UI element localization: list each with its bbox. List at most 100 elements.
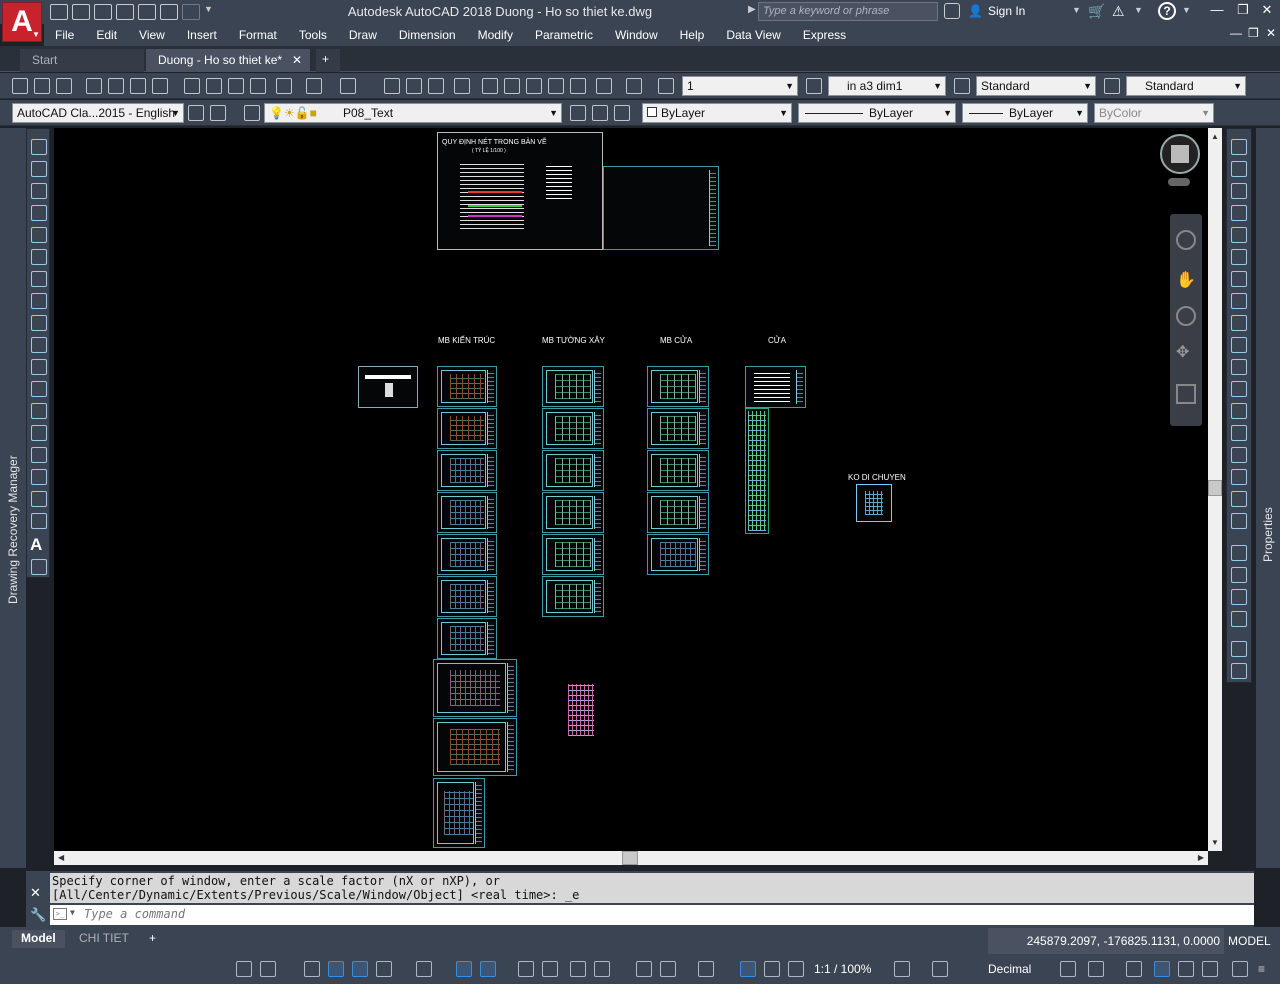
text-height-combo[interactable]: 1 ▼: [682, 76, 798, 96]
workspace-combo[interactable]: AutoCAD Cla...2015 - English ▼: [12, 103, 184, 123]
menu-data-view[interactable]: Data View: [715, 24, 791, 46]
point-icon[interactable]: [31, 425, 47, 441]
trim-icon[interactable]: [1231, 337, 1247, 353]
properties-icon[interactable]: [482, 78, 498, 94]
isolate-objects-icon[interactable]: [1126, 961, 1142, 977]
vertical-scrollbar[interactable]: ▲ ▼: [1208, 128, 1222, 851]
search-expand-icon[interactable]: ▶: [748, 4, 756, 15]
array-icon[interactable]: [1231, 227, 1247, 243]
calculator-icon[interactable]: [596, 78, 612, 94]
menu-draw[interactable]: Draw: [338, 24, 388, 46]
linetype-combo[interactable]: ByLayer ▼: [798, 103, 956, 123]
annotation-scale-value[interactable]: 1:1 / 100%: [814, 962, 871, 976]
table-style-icon[interactable]: [954, 78, 970, 94]
3d-print-icon[interactable]: [152, 78, 168, 94]
color-combo[interactable]: ByLayer ▼: [642, 103, 792, 123]
explode-icon[interactable]: [1231, 513, 1247, 529]
block-editor-icon[interactable]: [276, 78, 292, 94]
layer-combo[interactable]: 💡☀🔓■ P08_Text ▼: [264, 103, 562, 123]
close-icon[interactable]: ✕: [30, 885, 41, 901]
gear-icon[interactable]: [894, 961, 910, 977]
menu-format[interactable]: Format: [228, 24, 288, 46]
polyline-icon[interactable]: [31, 183, 47, 199]
design-center-icon[interactable]: [504, 78, 520, 94]
menu-parametric[interactable]: Parametric: [524, 24, 604, 46]
publish-icon[interactable]: [130, 78, 146, 94]
menu-view[interactable]: View: [128, 24, 176, 46]
extend-icon[interactable]: [1231, 359, 1247, 375]
multileader-style-icon[interactable]: [1104, 78, 1120, 94]
markup-icon[interactable]: [570, 78, 586, 94]
undo-icon[interactable]: [306, 78, 322, 94]
tool-palettes-icon[interactable]: [526, 78, 542, 94]
chevron-down-icon[interactable]: ▼: [70, 908, 75, 917]
menu-insert[interactable]: Insert: [176, 24, 228, 46]
layer-previous-icon[interactable]: [592, 105, 608, 121]
infer-constraints-icon[interactable]: [304, 961, 320, 977]
redo-icon[interactable]: [340, 78, 356, 94]
dim-style-combo[interactable]: in a3 dim1 ▼: [828, 76, 946, 96]
lock-ui-icon[interactable]: [1088, 961, 1104, 977]
blend-curves-icon[interactable]: [1231, 491, 1247, 507]
orbit-icon[interactable]: ✥: [1176, 342, 1196, 362]
units-value[interactable]: Decimal: [988, 962, 1031, 976]
search-input[interactable]: Type a keyword or phrase: [758, 2, 938, 21]
hardware-acceleration-icon[interactable]: [1154, 961, 1170, 977]
construction-line-icon[interactable]: [31, 161, 47, 177]
save-icon[interactable]: [56, 78, 72, 94]
move-icon[interactable]: [1231, 249, 1247, 265]
properties-palette[interactable]: Properties: [1256, 128, 1280, 868]
tab-chi-tiet[interactable]: CHI TIET: [70, 930, 138, 948]
multileader-style-combo[interactable]: Standard ▼: [1126, 76, 1246, 96]
arc-icon[interactable]: [31, 249, 47, 265]
hatch-back-icon[interactable]: [1231, 663, 1247, 679]
multiline-text-icon[interactable]: A: [30, 535, 42, 555]
vertical-scroll-thumb[interactable]: [1208, 480, 1222, 496]
plot-icon[interactable]: [86, 78, 102, 94]
object-snap-tracking-icon[interactable]: [456, 961, 472, 977]
open-icon[interactable]: [34, 78, 50, 94]
workspace-lock-icon[interactable]: [210, 105, 226, 121]
3d-osnap-icon[interactable]: [594, 961, 610, 977]
sheet-set-icon[interactable]: [548, 78, 564, 94]
scroll-down-icon[interactable]: ▼: [1211, 838, 1219, 847]
lineweight-combo[interactable]: ByLayer ▼: [962, 103, 1088, 123]
selection-cycling-icon[interactable]: [570, 961, 586, 977]
polar-tracking-icon[interactable]: [376, 961, 392, 977]
menu-help[interactable]: Help: [669, 24, 716, 46]
tab-model[interactable]: Model: [12, 930, 65, 948]
chamfer-icon[interactable]: [1231, 447, 1247, 463]
draw-order-back-icon[interactable]: [1231, 567, 1247, 583]
share-icon[interactable]: ⚠: [1112, 3, 1125, 20]
viewcube-compass[interactable]: [1160, 134, 1200, 174]
sign-in-link[interactable]: Sign In: [988, 4, 1025, 18]
viewcube-top-icon[interactable]: [1171, 145, 1189, 163]
make-block-icon[interactable]: [31, 403, 47, 419]
wrench-icon[interactable]: 🔧: [30, 907, 46, 923]
line-icon[interactable]: [31, 139, 47, 155]
table-style-combo[interactable]: Standard ▼: [976, 76, 1096, 96]
new-tab-button[interactable]: +: [316, 49, 340, 72]
transparency-icon[interactable]: [542, 961, 558, 977]
new-layout-button[interactable]: +: [140, 930, 165, 948]
show-motion-icon[interactable]: [1176, 384, 1196, 404]
plus-icon[interactable]: [932, 961, 948, 977]
ellipse-arc-icon[interactable]: [31, 359, 47, 375]
insert-block-icon[interactable]: [31, 381, 47, 397]
command-prompt-icon[interactable]: >_: [53, 908, 67, 920]
scroll-right-icon[interactable]: ▶: [1198, 853, 1204, 862]
fillet-icon[interactable]: [1231, 469, 1247, 485]
erase-icon[interactable]: [1231, 139, 1247, 155]
new-icon[interactable]: [12, 78, 28, 94]
pan-icon[interactable]: ✋: [1176, 270, 1196, 290]
gradient-icon[interactable]: [31, 469, 47, 485]
draw-order-front-icon[interactable]: [1231, 545, 1247, 561]
make-current-layer-icon[interactable]: [570, 105, 586, 121]
graphics-performance-icon[interactable]: [1202, 961, 1218, 977]
table-icon[interactable]: [31, 513, 47, 529]
send-under-icon[interactable]: [1231, 611, 1247, 627]
break-at-point-icon[interactable]: [1231, 381, 1247, 397]
help-icon[interactable]: ?: [1158, 2, 1176, 20]
rectangle-icon[interactable]: [31, 227, 47, 243]
layer-states-icon[interactable]: [614, 105, 630, 121]
